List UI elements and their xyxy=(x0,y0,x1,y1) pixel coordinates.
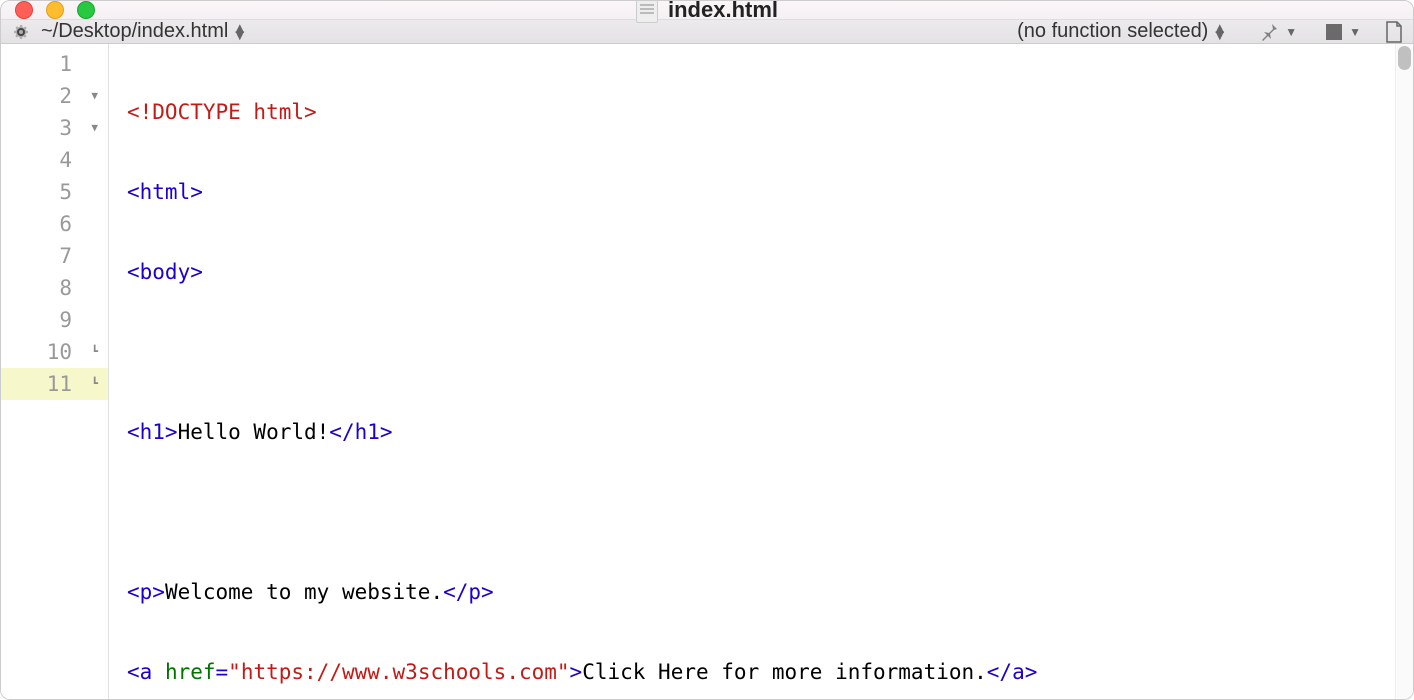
code-line[interactable]: <!DOCTYPE html> xyxy=(109,96,1395,128)
file-path-text: ~/Desktop/index.html xyxy=(41,20,228,43)
chevron-down-icon[interactable]: ▼ xyxy=(1349,25,1361,39)
code-line[interactable]: <html> xyxy=(109,176,1395,208)
zoom-button[interactable] xyxy=(77,1,95,19)
code-line[interactable]: <h1>Hello World!</h1> xyxy=(109,416,1395,448)
vertical-scrollbar[interactable] xyxy=(1395,44,1413,700)
code-line[interactable] xyxy=(109,336,1395,368)
editor-window: index.html ~/Desktop/index.html ▲▼ (no f… xyxy=(0,0,1414,700)
line-number[interactable]: 9 xyxy=(1,304,108,336)
line-number[interactable]: 8 xyxy=(1,272,108,304)
line-number[interactable]: 7 xyxy=(1,240,108,272)
function-text: (no function selected) xyxy=(1017,20,1208,43)
minimize-button[interactable] xyxy=(46,1,64,19)
close-button[interactable] xyxy=(15,1,33,19)
document-icon xyxy=(636,0,658,23)
fold-end-icon[interactable]: ┗ xyxy=(91,336,98,368)
code-line[interactable]: <a href="https://www.w3schools.com">Clic… xyxy=(109,656,1395,688)
line-number[interactable]: 6 xyxy=(1,208,108,240)
line-number[interactable]: 3▼ xyxy=(1,112,108,144)
code-line[interactable]: <p>Welcome to my website.</p> xyxy=(109,576,1395,608)
fold-end-icon[interactable]: ┗ xyxy=(91,368,98,400)
function-dropdown[interactable]: (no function selected) ▲▼ xyxy=(1017,20,1227,43)
gear-icon[interactable] xyxy=(11,22,31,42)
line-number[interactable]: 1 xyxy=(1,48,108,80)
fold-down-icon[interactable]: ▼ xyxy=(91,80,98,112)
line-number[interactable]: 2▼ xyxy=(1,80,108,112)
line-number[interactable]: 11┗ xyxy=(1,368,108,400)
titlebar[interactable]: index.html xyxy=(1,1,1413,20)
scrollbar-thumb[interactable] xyxy=(1398,46,1411,70)
new-document-icon[interactable] xyxy=(1385,21,1403,43)
split-view-icon[interactable] xyxy=(1325,23,1343,41)
chevron-updown-icon: ▲▼ xyxy=(232,25,247,39)
editor-area[interactable]: 1 2▼ 3▼ 4 5 6 7 8 9 10┗ 11┗ <!DOCTYPE ht… xyxy=(1,44,1413,700)
chevron-down-icon[interactable]: ▼ xyxy=(1285,25,1297,39)
traffic-lights xyxy=(15,1,95,19)
chevron-updown-icon: ▲▼ xyxy=(1212,25,1227,39)
code-line[interactable] xyxy=(109,496,1395,528)
window-title: index.html xyxy=(636,0,778,23)
line-number[interactable]: 4 xyxy=(1,144,108,176)
code-content[interactable]: <!DOCTYPE html> <html> <body> <h1>Hello … xyxy=(109,44,1395,700)
fold-down-icon[interactable]: ▼ xyxy=(91,112,98,144)
window-title-text: index.html xyxy=(668,0,778,23)
line-number[interactable]: 5 xyxy=(1,176,108,208)
code-line[interactable]: <body> xyxy=(109,256,1395,288)
pin-icon[interactable] xyxy=(1259,22,1279,42)
file-path-dropdown[interactable]: ~/Desktop/index.html ▲▼ xyxy=(41,20,247,43)
line-number-gutter[interactable]: 1 2▼ 3▼ 4 5 6 7 8 9 10┗ 11┗ xyxy=(1,44,109,700)
line-number[interactable]: 10┗ xyxy=(1,336,108,368)
toolbar: ~/Desktop/index.html ▲▼ (no function sel… xyxy=(1,20,1413,44)
